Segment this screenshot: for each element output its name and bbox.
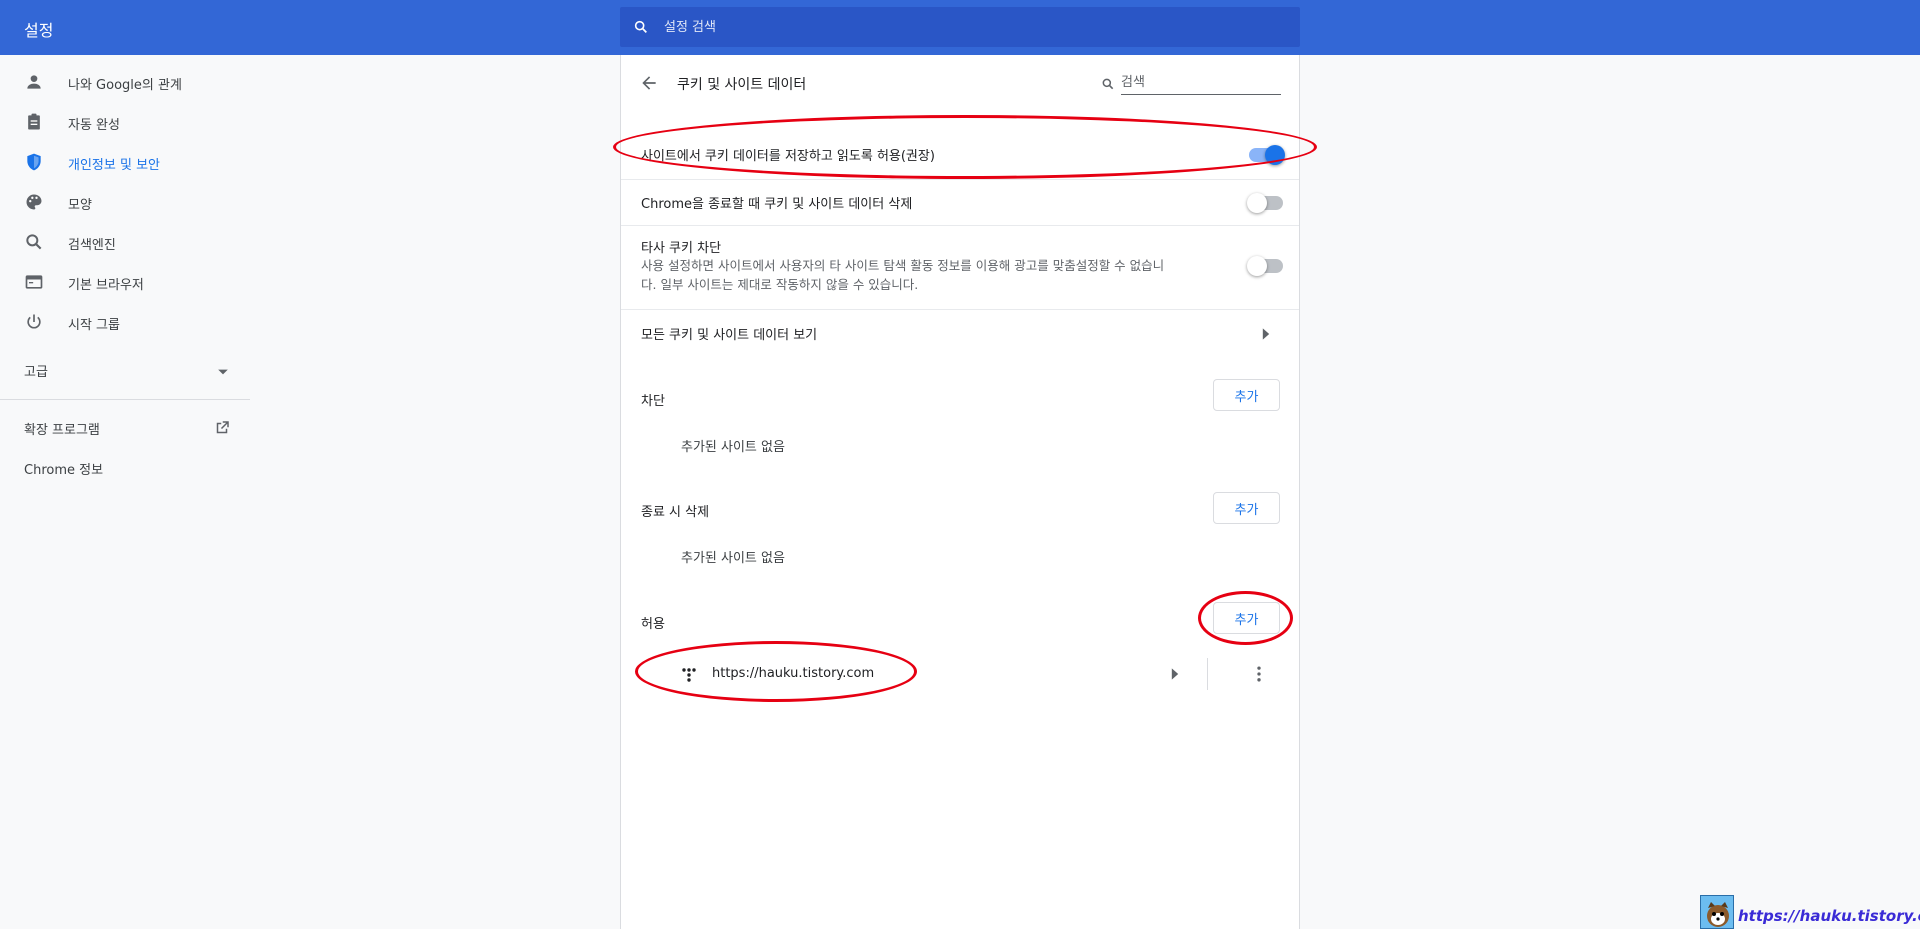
sidebar-item-on-startup[interactable]: 시작 그룹 [0,302,250,342]
sidebar-advanced[interactable]: 고급 [24,361,48,380]
clipboard-icon [28,113,40,130]
block-third-party-label: 타사 쿠키 차단 [641,241,722,256]
sidebar-item-label: 자동 완성 [68,118,120,133]
search-icon [1102,78,1114,90]
sidebar-item-default-browser[interactable]: 기본 브라우저 [0,262,250,302]
block-third-party-row[interactable]: 타사 쿠키 차단 사용 설정하면 사이트에서 사용자의 타 사이트 탐색 활동 … [621,226,1299,304]
search-icon [634,20,647,33]
back-arrow-icon[interactable] [639,73,659,93]
sidebar-item-google[interactable]: 나와 Google의 관계 [0,62,250,102]
sidebar: 나와 Google의 관계 자동 완성 개인정보 및 보안 모양 검색엔진 기본… [0,55,250,929]
search-icon [26,234,42,250]
allowed-site-row[interactable]: https://hauku.tistory.com [621,650,1299,698]
clear-on-exit-label: Chrome을 종료할 때 쿠키 및 사이트 데이터 삭제 [641,197,913,212]
settings-search-input[interactable] [664,13,1264,41]
open-in-new-icon[interactable] [213,419,231,437]
shield-icon [27,153,41,171]
chevron-right-icon[interactable] [1167,666,1183,682]
toggle-knob [1265,145,1285,165]
sidebar-item-label: 검색엔진 [68,238,116,253]
sidebar-item-search-engine[interactable]: 검색엔진 [0,222,250,262]
see-all-cookies-label: 모든 쿠키 및 사이트 데이터 보기 [641,328,818,343]
block-section-title: 차단 [641,394,665,409]
tistory-favicon-icon [682,668,696,682]
block-third-party-toggle[interactable] [1247,256,1283,276]
see-all-cookies-row[interactable]: 모든 쿠키 및 사이트 데이터 보기 [621,310,1299,357]
clear-section-title: 종료 시 삭제 [641,505,710,520]
allow-add-button[interactable]: 추가 [1213,602,1280,634]
sidebar-about-chrome[interactable]: Chrome 정보 [24,459,103,478]
sidebar-item-label: 모양 [68,198,92,213]
sub-page-search-input[interactable] [1121,71,1281,95]
watermark-text: https://hauku.tistory.com [1738,907,1920,925]
sidebar-extensions[interactable]: 확장 프로그램 [24,419,100,438]
sub-page-header: 쿠키 및 사이트 데이터 [621,55,1299,111]
raccoon-avatar-icon [1700,895,1734,929]
app-title: 설정 [24,21,54,40]
sidebar-item-label: 기본 브라우저 [68,278,144,293]
sidebar-item-label: 나와 Google의 관계 [68,78,182,93]
sidebar-divider [0,399,250,400]
sidebar-item-privacy[interactable]: 개인정보 및 보안 [0,142,250,182]
sidebar-item-label: 시작 그룹 [68,318,120,333]
more-vert-icon[interactable] [1249,664,1269,684]
palette-icon [26,194,42,210]
raccoon-face-icon [1707,902,1729,927]
allowed-site-url: https://hauku.tistory.com [712,666,875,681]
advanced-label: 고급 [24,365,48,380]
top-bar: 설정 [0,0,1920,55]
extensions-label: 확장 프로그램 [24,423,100,438]
clear-add-button[interactable]: 추가 [1213,492,1280,524]
allow-cookies-row[interactable]: 사이트에서 쿠키 데이터를 저장하고 읽도록 허용(권장) [621,123,1299,179]
browser-icon [25,275,43,289]
person-icon [27,75,41,89]
clear-empty-text: 추가된 사이트 없음 [681,551,785,566]
allow-cookies-label: 사이트에서 쿠키 데이터를 저장하고 읽도록 허용(권장) [641,149,935,164]
toggle-knob [1247,193,1267,213]
block-third-party-description: 사용 설정하면 사이트에서 사용자의 타 사이트 탐색 활동 정보를 이용해 광… [641,256,1221,294]
about-label: Chrome 정보 [24,463,104,478]
allow-section-title: 허용 [641,617,665,632]
sidebar-item-label: 개인정보 및 보안 [68,158,160,173]
sidebar-item-appearance[interactable]: 모양 [0,182,250,222]
description-line: 다. 일부 사이트는 제대로 작동하지 않을 수 있습니다. [641,277,919,292]
allow-cookies-toggle[interactable] [1249,145,1285,165]
sidebar-item-autofill[interactable]: 자동 완성 [0,102,250,142]
block-add-button[interactable]: 추가 [1213,379,1280,411]
dropdown-arrow-icon[interactable] [217,366,229,378]
page-title: 쿠키 및 사이트 데이터 [677,77,807,93]
block-empty-text: 추가된 사이트 없음 [681,440,785,455]
clear-on-exit-toggle[interactable] [1247,193,1283,213]
sub-page-search[interactable] [1101,71,1281,97]
clear-on-exit-row[interactable]: Chrome을 종료할 때 쿠키 및 사이트 데이터 삭제 [621,180,1299,225]
vertical-divider [1207,658,1208,690]
settings-search-box[interactable] [620,7,1300,47]
description-line: 사용 설정하면 사이트에서 사용자의 타 사이트 탐색 활동 정보를 이용해 광… [641,258,1165,273]
cookies-settings-card: 쿠키 및 사이트 데이터 사이트에서 쿠키 데이터를 저장하고 읽도록 허용(권… [620,55,1300,929]
power-icon [27,314,41,329]
toggle-knob [1247,256,1267,276]
chevron-right-icon [1262,328,1270,340]
